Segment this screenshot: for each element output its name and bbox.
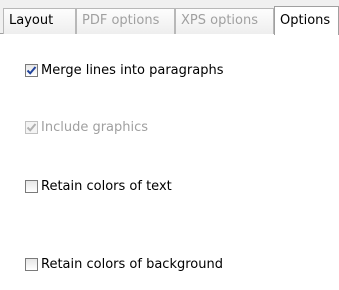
- tab-xps-options[interactable]: XPS options: [175, 8, 274, 34]
- retain-background-colors-checkbox-box[interactable]: [25, 257, 38, 271]
- options-panel: Merge lines into paragraphs Include grap…: [0, 34, 339, 290]
- retain-text-colors-checkbox-box[interactable]: [25, 179, 38, 193]
- check-mark-icon: [26, 122, 37, 132]
- include-graphics-checkbox: Include graphics: [25, 118, 148, 136]
- tab-options[interactable]: Options: [274, 6, 339, 35]
- retain-text-colors-checkbox[interactable]: Retain colors of text: [25, 177, 172, 195]
- retain-background-colors-label: Retain colors of background: [41, 256, 223, 272]
- tab-pdf-options-label: PDF options: [82, 13, 160, 28]
- merge-lines-checkbox[interactable]: Merge lines into paragraphs: [25, 61, 223, 79]
- merge-lines-label: Merge lines into paragraphs: [41, 62, 224, 78]
- tab-pdf-options[interactable]: PDF options: [76, 8, 175, 34]
- check-mark-icon: [26, 65, 37, 75]
- tab-layout[interactable]: Layout: [3, 8, 76, 34]
- tab-options-label: Options: [280, 13, 331, 28]
- tab-strip: Layout PDF options XPS options Options: [0, 0, 339, 35]
- include-graphics-label: Include graphics: [41, 119, 149, 135]
- retain-background-colors-checkbox[interactable]: Retain colors of background: [25, 255, 223, 273]
- retain-text-colors-label: Retain colors of text: [41, 178, 172, 194]
- tab-xps-options-label: XPS options: [181, 13, 259, 28]
- merge-lines-checkbox-box[interactable]: [25, 63, 38, 77]
- include-graphics-checkbox-box: [25, 120, 38, 134]
- tab-layout-label: Layout: [9, 13, 54, 28]
